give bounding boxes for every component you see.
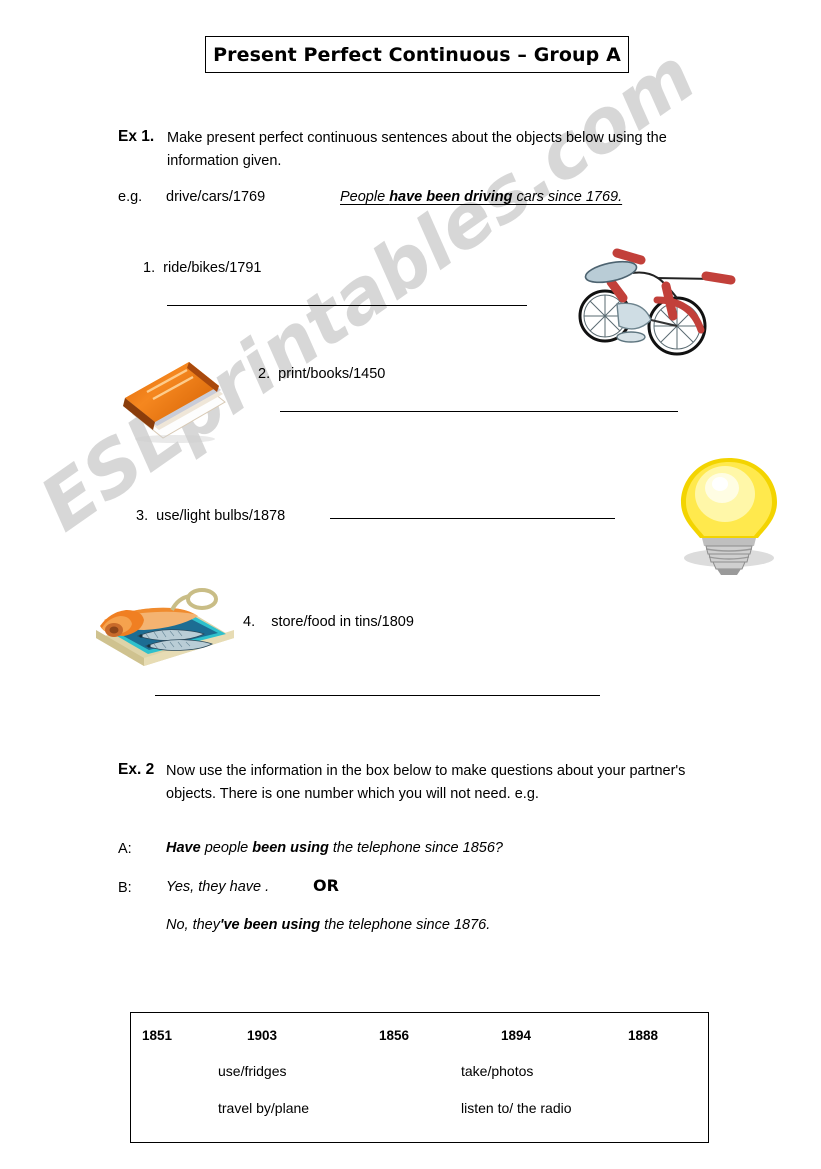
activity-take-photos: take/photos: [461, 1063, 534, 1079]
speaker-a-bold-have: Have: [166, 840, 201, 856]
speaker-b-no-pre: No, they: [166, 917, 220, 933]
speaker-b-negative: No, they've been using the telephone sin…: [166, 914, 490, 936]
exercise-2-label: Ex. 2: [118, 761, 155, 778]
exercise-1-instructions: Make present perfect continuous sentence…: [167, 130, 667, 169]
item-2: 2. print/books/1450: [258, 363, 385, 385]
example-answer: People have been driving cars since 1769…: [340, 186, 622, 208]
speaker-b-affirmative: Yes, they have .: [166, 879, 270, 895]
activity-use-fridges: use/fridges: [218, 1063, 287, 1079]
example-answer-bold: have been driving: [389, 189, 513, 205]
example-answer-pre: People: [340, 189, 390, 205]
item-1-prompt: ride/bikes/1791: [163, 260, 262, 276]
speaker-a-post: the telephone since 1856?: [328, 840, 503, 856]
item-2-prompt: print/books/1450: [278, 366, 386, 382]
item-2-number: 2.: [258, 366, 271, 382]
lightbulb-illustration: [681, 458, 777, 575]
activity-travel-by-plane: travel by/plane: [218, 1100, 310, 1116]
speaker-b-no-post: the telephone since 1876.: [320, 917, 491, 933]
or-connector: OR: [313, 876, 339, 895]
worksheet-page: ESLprintables.com Present Perfect Contin…: [0, 0, 821, 1169]
sardine-tin-illustration: [96, 588, 234, 666]
item-4-number: 4.: [243, 614, 256, 630]
year-1888: 1888: [628, 1028, 659, 1043]
item-1-number: 1.: [143, 260, 156, 276]
exercise-1-label: Ex 1.: [118, 128, 155, 145]
speaker-a-bold-beenusing: been using: [252, 840, 329, 856]
year-1856: 1856: [379, 1028, 410, 1043]
item-4-prompt: store/food in tins/1809: [271, 614, 414, 630]
answer-line-1[interactable]: [167, 305, 527, 306]
item-3: 3. use/light bulbs/1878: [136, 505, 285, 527]
worksheet-title-box: Present Perfect Continuous – Group A: [205, 36, 629, 73]
speaker-b-no-bold: 've been using: [220, 917, 321, 933]
answer-line-3[interactable]: [330, 518, 615, 519]
tricycle-illustration: [578, 248, 736, 356]
year-1894: 1894: [501, 1028, 532, 1043]
answer-line-4[interactable]: [155, 695, 600, 696]
item-3-prompt: use/light bulbs/1878: [156, 508, 286, 524]
book-illustration: [123, 362, 226, 443]
example-answer-post: cars since 1769.: [512, 189, 623, 205]
item-4: 4. store/food in tins/1809: [243, 611, 414, 633]
speaker-a-mid: people: [200, 840, 253, 856]
answer-line-2[interactable]: [280, 411, 678, 412]
information-word-box: 1851 1903 1856 1894 1888 use/fridges tra…: [130, 1012, 709, 1143]
page-title: Present Perfect Continuous – Group A: [213, 43, 621, 66]
speaker-b-label: B:: [118, 880, 132, 896]
item-3-number: 3.: [136, 508, 149, 524]
year-1851: 1851: [142, 1028, 173, 1043]
speaker-a-line: Have people been using the telephone sin…: [166, 837, 503, 859]
exercise-2-instructions: Now use the information in the box below…: [166, 763, 686, 802]
activity-listen-to-the-radio: listen to/ the radio: [461, 1100, 572, 1116]
example-label: e.g.: [118, 189, 143, 205]
example-prompt: drive/cars/1769: [166, 189, 266, 205]
year-1903: 1903: [247, 1028, 278, 1043]
item-1: 1. ride/bikes/1791: [143, 257, 262, 279]
speaker-a-label: A:: [118, 841, 132, 857]
